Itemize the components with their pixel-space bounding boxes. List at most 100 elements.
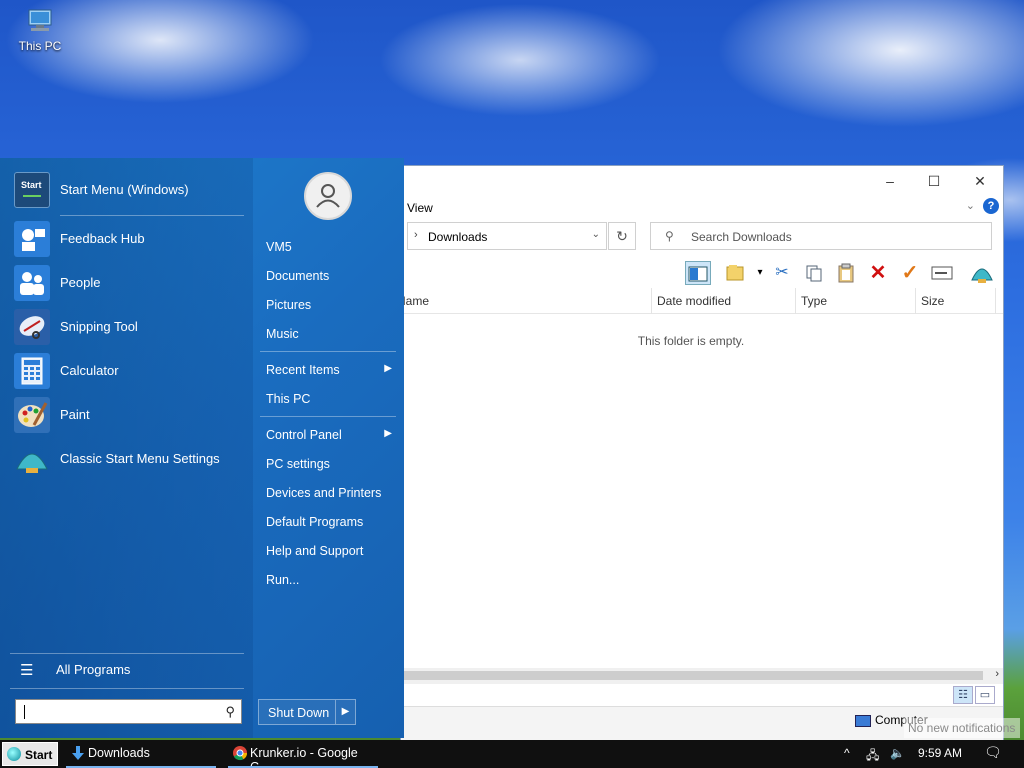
notification-icon[interactable]: 🗨: [984, 744, 1002, 761]
start-item-label: Paint: [60, 407, 90, 422]
chevron-up-icon[interactable]: ^: [844, 746, 850, 760]
start-right-user[interactable]: VM5: [266, 240, 396, 254]
chevron-down-icon[interactable]: ⌄: [966, 199, 975, 212]
folder-view-button[interactable]: [723, 261, 749, 285]
tab-view[interactable]: View: [407, 201, 433, 215]
desktop-icon-this-pc[interactable]: This PC: [14, 8, 66, 53]
clock[interactable]: 9:59 AM: [918, 746, 962, 760]
shell-icon[interactable]: [969, 261, 995, 285]
chrome-icon: [233, 746, 248, 761]
start-menu: Start Start Menu (Windows) Feedback Hub …: [0, 158, 404, 738]
scrollbar-thumb[interactable]: [401, 671, 983, 680]
divider: [60, 215, 244, 216]
column-divider[interactable]: [915, 288, 916, 314]
all-programs-button[interactable]: ☰ All Programs: [14, 651, 244, 689]
start-item-people[interactable]: People: [14, 264, 244, 302]
speaker-icon[interactable]: 🔈: [890, 746, 905, 760]
help-icon[interactable]: ?: [983, 198, 999, 214]
ribbon-tabs: View ⌄ ?: [401, 196, 1003, 218]
start-right-pictures[interactable]: Pictures: [266, 298, 396, 312]
palette-glyph: [18, 402, 48, 427]
start-item-feedback-hub[interactable]: Feedback Hub: [14, 220, 244, 258]
user-icon: [316, 184, 340, 208]
start-right-control-panel[interactable]: Control Panel ▶: [266, 428, 396, 442]
shell-icon: [14, 441, 50, 477]
details-view-icon[interactable]: ☷: [953, 686, 973, 704]
network-icon[interactable]: 🖧: [866, 746, 879, 767]
people-icon: [14, 265, 50, 301]
column-divider[interactable]: [795, 288, 796, 314]
start-right-documents[interactable]: Documents: [266, 269, 396, 283]
start-item-label: Feedback Hub: [60, 231, 145, 246]
paste-icon[interactable]: [833, 261, 859, 285]
column-date-modified[interactable]: Date modified: [657, 294, 731, 308]
status-bar: ☷ ▭: [401, 684, 1003, 706]
taskbar-item-downloads[interactable]: Downloads: [66, 740, 216, 768]
start-item-label: Classic Start Menu Settings: [60, 451, 220, 466]
divider: [260, 351, 396, 352]
start-right-this-pc[interactable]: This PC: [266, 392, 396, 406]
horizontal-scrollbar[interactable]: ›: [401, 668, 1003, 684]
close-button[interactable]: ✕: [965, 170, 995, 192]
start-item-snipping-tool[interactable]: Snipping Tool: [14, 308, 244, 346]
column-divider[interactable]: [995, 288, 996, 314]
scissors-glyph: [19, 316, 45, 339]
start-right-recent-items[interactable]: Recent Items ▶: [266, 363, 396, 377]
copy-icon[interactable]: [801, 261, 827, 285]
submenu-arrow-icon: ▶: [384, 428, 392, 439]
start-right-devices-printers[interactable]: Devices and Printers: [266, 486, 396, 500]
column-size[interactable]: Size: [921, 294, 944, 308]
address-path[interactable]: Downloads: [428, 230, 487, 244]
search-icon[interactable]: ⚲: [225, 704, 235, 720]
checkmark-icon[interactable]: ✓: [897, 261, 923, 285]
explorer-window: – ☐ ✕ View ⌄ ? › Downloads ⌄ ↻ ⚲ Search …: [397, 165, 1004, 740]
copy-glyph: [806, 265, 822, 282]
empty-folder-message: This folder is empty.: [637, 334, 745, 348]
refresh-button[interactable]: ↻: [608, 222, 636, 250]
start-item-calculator[interactable]: Calculator: [14, 352, 244, 390]
column-divider[interactable]: [651, 288, 652, 314]
start-right-help-support[interactable]: Help and Support: [266, 544, 396, 558]
start-item-start-menu-windows[interactable]: Start Start Menu (Windows): [14, 171, 244, 209]
shell-glyph: [16, 453, 48, 473]
start-search-input[interactable]: ⚲: [15, 699, 242, 724]
all-programs-label: All Programs: [56, 662, 131, 677]
search-input[interactable]: ⚲ Search Downloads: [650, 222, 992, 250]
column-type[interactable]: Type: [801, 294, 827, 308]
delete-icon[interactable]: ✕: [865, 261, 891, 285]
shut-down-button[interactable]: Shut Down ▶: [258, 699, 356, 725]
start-right-default-programs[interactable]: Default Programs: [266, 515, 396, 529]
start-right-pc-settings[interactable]: PC settings: [266, 457, 396, 471]
maximize-button[interactable]: ☐: [919, 170, 949, 192]
shut-down-options-arrow[interactable]: ▶: [335, 700, 355, 724]
shell-icon: [7, 747, 21, 761]
shell-glyph: [971, 268, 993, 283]
rename-glyph: [931, 266, 953, 280]
text-caret: [24, 705, 25, 719]
chevron-down-icon[interactable]: ⌄: [592, 229, 600, 240]
taskbar-item-chrome[interactable]: Krunker.io - Google C...: [228, 740, 378, 768]
preview-pane-button[interactable]: [685, 261, 711, 285]
cut-icon[interactable]: ✂: [769, 261, 795, 285]
large-icons-view-icon[interactable]: ▭: [975, 686, 995, 704]
start-right-run[interactable]: Run...: [266, 573, 396, 587]
start-item-classic-start-settings[interactable]: Classic Start Menu Settings: [14, 440, 244, 478]
minimize-button[interactable]: –: [875, 170, 905, 192]
toolbar: ▾ ✂ ✕ ✓: [401, 258, 1003, 288]
avatar[interactable]: [304, 172, 352, 220]
chevron-right-icon[interactable]: ›: [414, 229, 418, 241]
notification-text: No new notifications: [904, 718, 1020, 738]
start-button[interactable]: Start: [2, 742, 58, 766]
computer-icon: [28, 9, 52, 31]
scroll-right-icon[interactable]: ›: [995, 668, 999, 680]
address-bar[interactable]: › Downloads ⌄: [407, 222, 607, 250]
start-icon-text: Start: [21, 180, 42, 190]
rename-icon[interactable]: [929, 261, 955, 285]
search-placeholder: Search Downloads: [691, 230, 792, 244]
start-right-music[interactable]: Music: [266, 327, 396, 341]
divider: [260, 416, 396, 417]
calculator-glyph: [21, 357, 43, 385]
title-bar[interactable]: – ☐ ✕: [401, 166, 1003, 196]
start-item-paint[interactable]: Paint: [14, 396, 244, 434]
start-item-label: People: [60, 275, 101, 290]
